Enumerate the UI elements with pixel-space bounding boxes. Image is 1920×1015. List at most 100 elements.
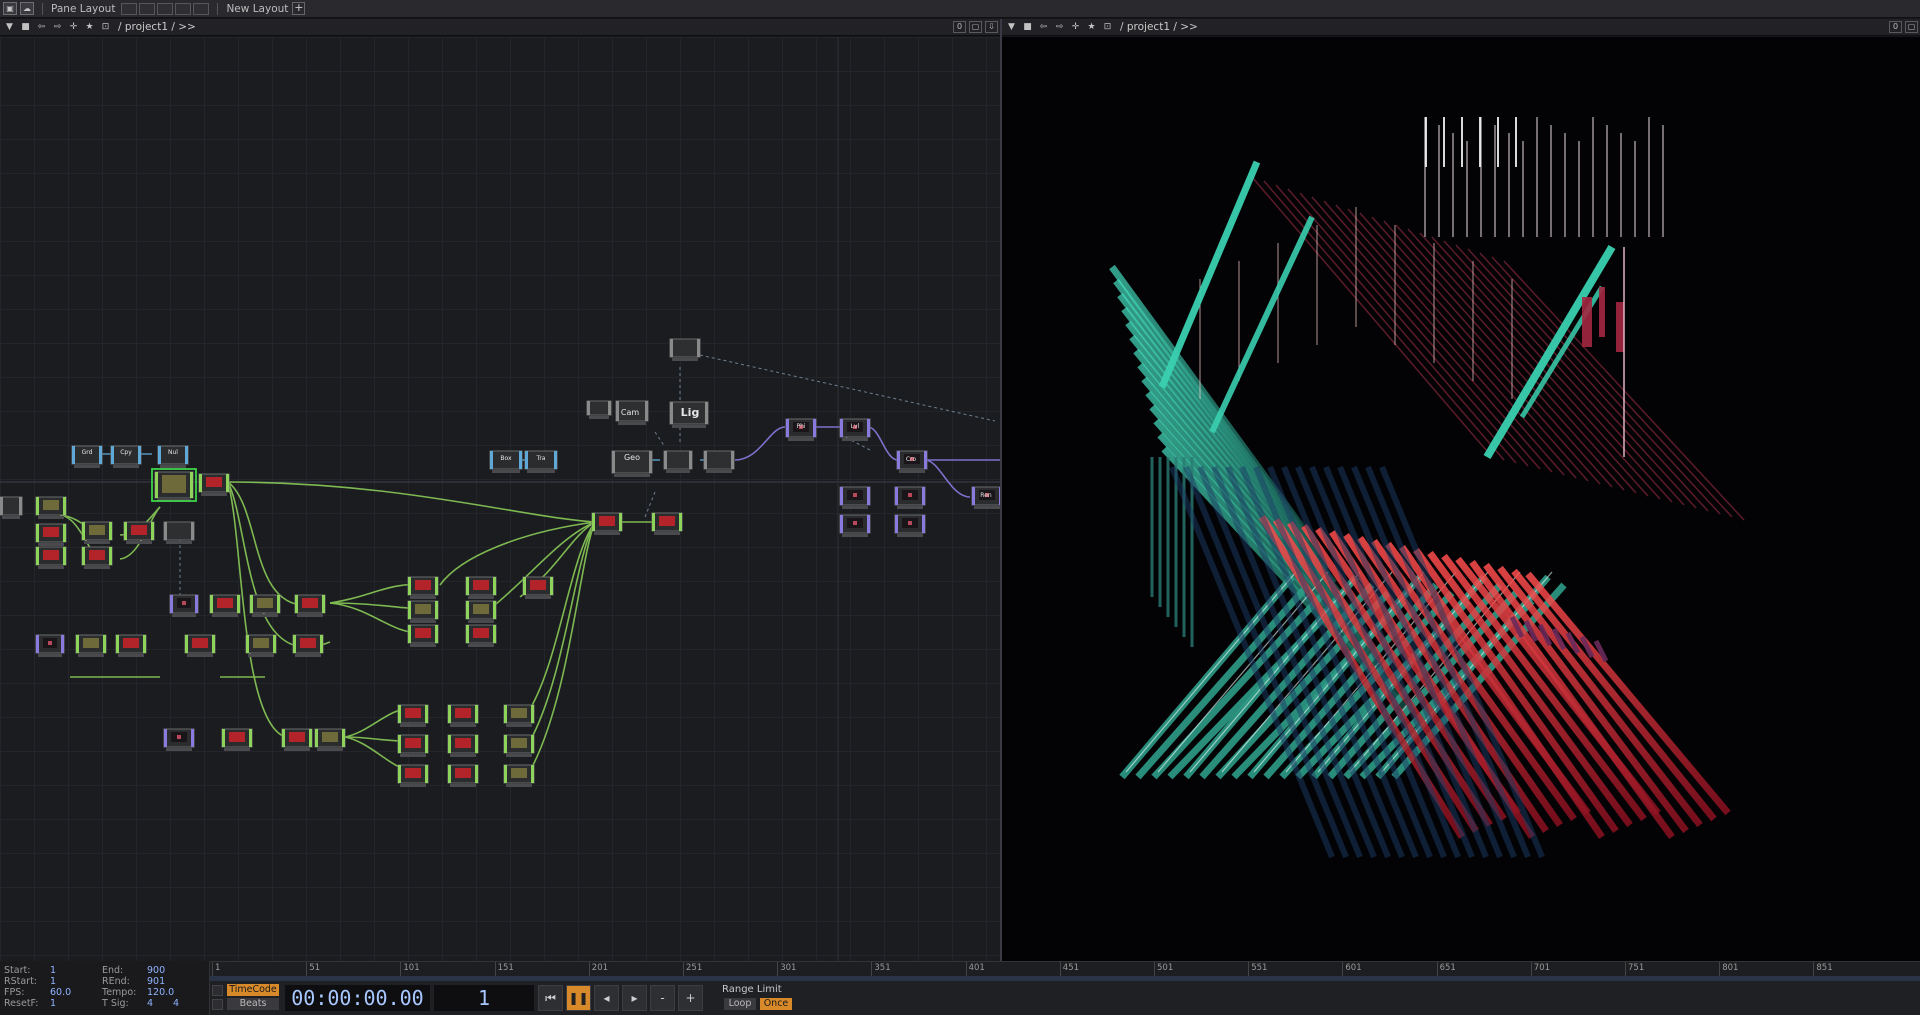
operator-node[interactable] — [397, 704, 429, 727]
forward-arrow-icon[interactable]: ⇨ — [1053, 21, 1066, 33]
home-icon[interactable]: ✛ — [67, 21, 80, 33]
operator-node[interactable] — [209, 594, 241, 617]
operator-node[interactable] — [894, 486, 926, 509]
step-back-button[interactable]: - — [650, 985, 675, 1011]
parent-network-icon[interactable]: ⊡ — [99, 21, 112, 33]
render-viewer[interactable] — [1002, 37, 1920, 961]
rstart-value[interactable]: 1 — [50, 976, 56, 987]
operator-node[interactable] — [503, 764, 535, 787]
operator-node[interactable] — [522, 576, 554, 599]
operator-node[interactable] — [591, 512, 623, 535]
operator-node[interactable] — [407, 600, 439, 623]
forward-arrow-icon[interactable]: ⇨ — [51, 21, 64, 33]
beats-mode-button[interactable]: Beats — [227, 998, 279, 1010]
loop-button[interactable]: Loop — [724, 998, 756, 1010]
operator-node[interactable] — [503, 734, 535, 757]
node-body[interactable] — [703, 450, 735, 470]
back-arrow-icon[interactable]: ⇦ — [35, 21, 48, 33]
step-forward-button[interactable]: + — [678, 985, 703, 1011]
operator-node[interactable] — [221, 728, 253, 751]
operator-node[interactable] — [465, 576, 497, 599]
operator-node[interactable] — [839, 514, 871, 537]
pane-type-icon[interactable]: ■ — [19, 21, 32, 33]
operator-node[interactable] — [249, 594, 281, 617]
node-body[interactable] — [586, 400, 612, 416]
time-unit-toggle-icon[interactable] — [212, 999, 223, 1010]
operator-node[interactable] — [314, 728, 346, 751]
start-value[interactable]: 1 — [50, 965, 56, 976]
add-layout-button[interactable]: + — [292, 2, 306, 15]
node-body[interactable] — [0, 496, 23, 516]
operator-node[interactable] — [123, 521, 155, 544]
bookmark-star-icon[interactable]: ★ — [1085, 21, 1098, 33]
operator-node[interactable] — [397, 734, 429, 757]
operator-node[interactable] — [0, 496, 23, 519]
pane-menu-icon[interactable]: ▼ — [1005, 21, 1018, 33]
tsig-denominator[interactable]: 4 — [173, 998, 179, 1009]
operator-node[interactable] — [465, 624, 497, 647]
tempo-value[interactable]: 120.0 — [147, 987, 174, 998]
operator-node[interactable] — [184, 634, 216, 657]
once-button[interactable]: Once — [760, 998, 792, 1010]
operator-node[interactable] — [669, 338, 701, 361]
new-layout-label[interactable]: New Layout — [226, 3, 288, 15]
operator-node[interactable] — [35, 546, 67, 569]
viewer-path[interactable]: / project1 / >> — [1120, 21, 1198, 33]
operator-node[interactable] — [407, 624, 439, 647]
parent-network-icon[interactable]: ⊡ — [1101, 21, 1114, 33]
operator-node[interactable] — [839, 486, 871, 509]
app-icon[interactable]: ▣ — [3, 2, 17, 15]
timecode-display[interactable]: 00:00:00.00 — [285, 985, 430, 1011]
operator-node[interactable] — [651, 512, 683, 535]
play-reverse-button[interactable]: ◂ — [594, 985, 619, 1011]
layout-split-horizontal-button[interactable] — [157, 2, 174, 15]
pane-options-icon[interactable]: ⇩ — [985, 21, 998, 33]
layout-three-button[interactable] — [175, 2, 192, 15]
operator-node[interactable] — [198, 473, 230, 496]
operator-node[interactable] — [169, 594, 199, 617]
home-icon[interactable]: ✛ — [1069, 21, 1082, 33]
operator-node[interactable] — [663, 450, 693, 473]
pane-menu-icon[interactable]: ▼ — [3, 21, 16, 33]
operator-node[interactable] — [35, 523, 67, 546]
resetf-value[interactable]: 1 — [50, 998, 56, 1009]
current-frame-field[interactable]: 1 — [434, 985, 534, 1011]
operator-node[interactable] — [281, 728, 313, 751]
timeline-ruler[interactable]: 1 51 101 151 201 251 301 351 401 451 501 551 601 651 7… — [210, 961, 1920, 976]
play-forward-button[interactable]: ▸ — [622, 985, 647, 1011]
palette-icon[interactable]: ☁ — [20, 2, 34, 15]
node-body[interactable] — [163, 521, 195, 541]
operator-node[interactable] — [586, 400, 612, 419]
network-editor[interactable]: Cam Lig Geo Grd Cpy Nul Box Tra Phi Lvl … — [0, 37, 1000, 961]
pause-button[interactable]: ❚❚ — [566, 985, 591, 1011]
network-path[interactable]: / project1 / >> — [118, 21, 196, 33]
layout-single-button[interactable] — [121, 2, 138, 15]
back-arrow-icon[interactable]: ⇦ — [1037, 21, 1050, 33]
operator-node[interactable] — [81, 546, 113, 569]
operator-node[interactable] — [407, 576, 439, 599]
operator-node[interactable] — [163, 728, 195, 751]
node-body[interactable] — [663, 450, 693, 470]
operator-node[interactable] — [894, 514, 926, 537]
operator-node[interactable] — [447, 704, 479, 727]
timecode-mode-button[interactable]: TimeCode — [227, 984, 279, 996]
network-graph[interactable]: Cam Lig Geo Grd Cpy Nul Box Tra Phi Lvl … — [0, 37, 1000, 961]
operator-node[interactable] — [703, 450, 735, 473]
end-value[interactable]: 900 — [147, 965, 165, 976]
operator-node[interactable] — [503, 704, 535, 727]
layout-quad-button[interactable] — [193, 2, 210, 15]
operator-node[interactable] — [447, 734, 479, 757]
operator-node[interactable] — [447, 764, 479, 787]
maximize-pane-icon[interactable]: ▢ — [1905, 21, 1918, 33]
operator-node[interactable] — [163, 521, 195, 544]
pane-type-icon[interactable]: ■ — [1021, 21, 1034, 33]
operator-node[interactable] — [294, 594, 326, 617]
tsig-numerator[interactable]: 4 — [147, 998, 153, 1009]
node-body[interactable] — [669, 338, 701, 358]
operator-node[interactable] — [75, 634, 107, 657]
fps-value[interactable]: 60.0 — [50, 987, 71, 998]
operator-node[interactable] — [154, 471, 194, 502]
maximize-pane-icon[interactable]: ▢ — [969, 21, 982, 33]
operator-node[interactable] — [292, 634, 324, 657]
rend-value[interactable]: 901 — [147, 976, 165, 987]
